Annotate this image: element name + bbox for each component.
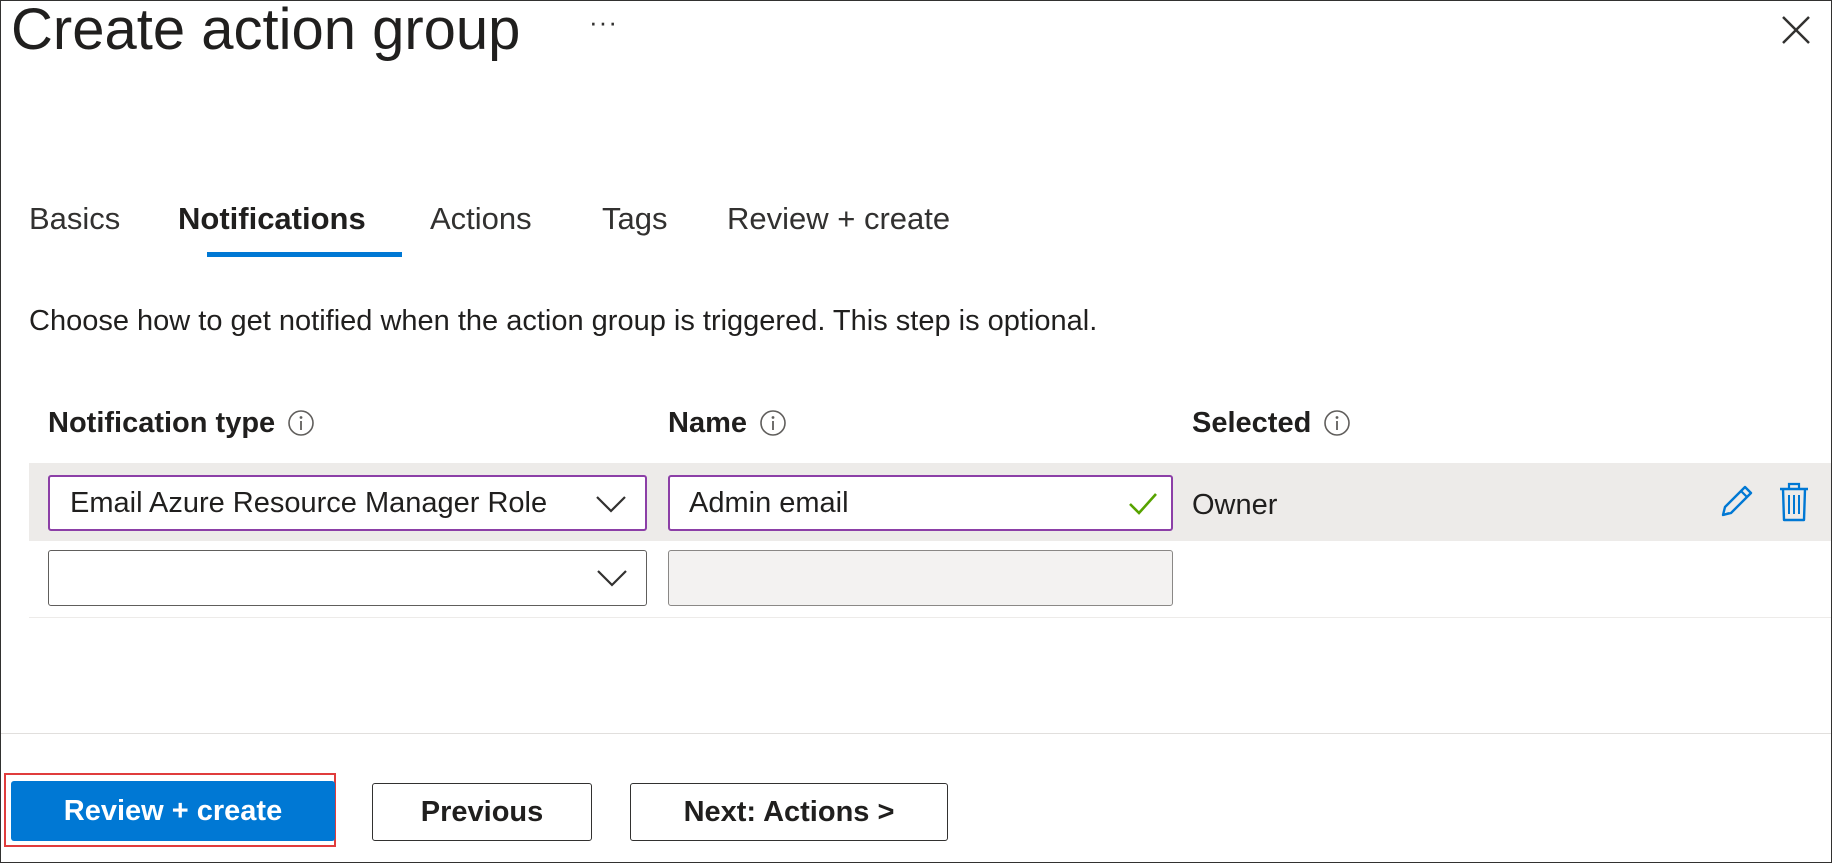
active-tab-indicator xyxy=(207,252,402,257)
chevron-down-icon xyxy=(597,570,627,587)
info-icon[interactable] xyxy=(287,409,315,437)
column-label: Notification type xyxy=(48,407,276,439)
delete-icon[interactable] xyxy=(1777,481,1811,523)
page-title: Create action group xyxy=(11,0,521,62)
edit-icon[interactable] xyxy=(1715,481,1757,523)
next-actions-button[interactable]: Next: Actions > xyxy=(630,783,948,841)
tab-basics[interactable]: Basics xyxy=(29,197,120,241)
notification-type-dropdown-empty[interactable] xyxy=(48,550,647,606)
selected-value: Owner xyxy=(1192,489,1278,521)
column-header-name: Name xyxy=(668,401,787,445)
notification-type-dropdown[interactable]: Email Azure Resource Manager Role xyxy=(48,475,647,531)
checkmark-icon xyxy=(1129,493,1157,515)
info-icon[interactable] xyxy=(759,409,787,437)
more-options-icon[interactable]: ··· xyxy=(589,9,618,35)
column-label: Name xyxy=(668,407,747,439)
previous-button[interactable]: Previous xyxy=(372,783,592,841)
name-field-disabled xyxy=(668,550,1173,606)
step-description: Choose how to get notified when the acti… xyxy=(29,305,1098,337)
tab-notifications[interactable]: Notifications xyxy=(178,197,366,241)
review-create-button[interactable]: Review + create xyxy=(11,781,335,841)
chevron-down-icon xyxy=(596,496,626,513)
footer-divider xyxy=(1,733,1831,734)
tab-review-create[interactable]: Review + create xyxy=(727,197,950,241)
close-icon[interactable] xyxy=(1779,13,1813,47)
row-divider xyxy=(29,617,1831,618)
column-label: Selected xyxy=(1192,407,1312,439)
create-action-group-panel: Create action group ··· Basics Notificat… xyxy=(0,0,1832,863)
column-header-selected: Selected xyxy=(1192,401,1351,445)
dropdown-value: Email Azure Resource Manager Role xyxy=(70,486,548,519)
name-field-value: Admin email xyxy=(689,486,849,519)
name-field[interactable]: Admin email xyxy=(668,475,1173,531)
column-header-notification-type: Notification type xyxy=(48,401,315,445)
tab-actions[interactable]: Actions xyxy=(430,197,532,241)
tab-tags[interactable]: Tags xyxy=(602,197,667,241)
info-icon[interactable] xyxy=(1323,409,1351,437)
